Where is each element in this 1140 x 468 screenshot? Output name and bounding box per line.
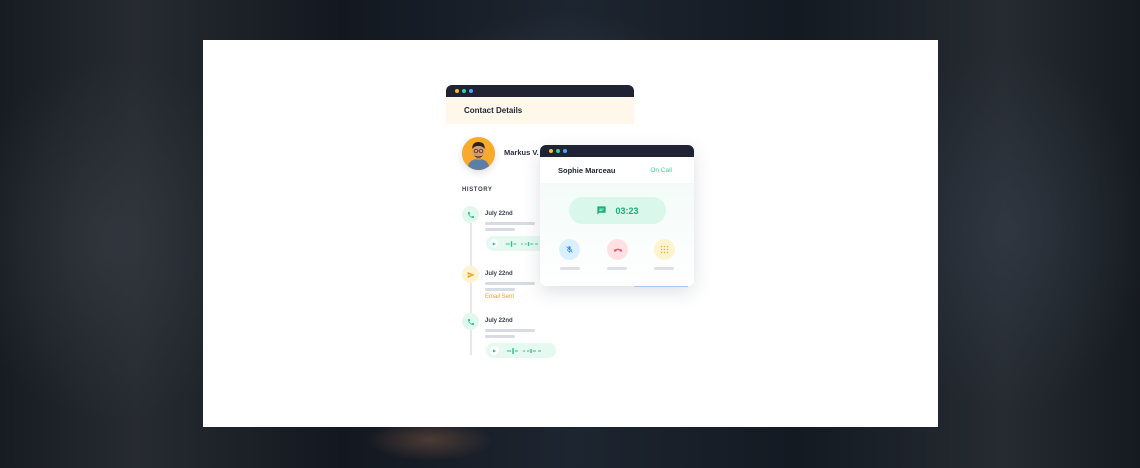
- control-label-placeholder: [560, 267, 580, 270]
- control-label-placeholder: [654, 267, 674, 270]
- call-recording-player[interactable]: ▶: [486, 343, 556, 358]
- history-line-placeholder: [485, 282, 535, 285]
- call-body: 03:23: [540, 183, 694, 286]
- history-date: July 22nd: [485, 318, 513, 324]
- send-icon: [462, 266, 479, 283]
- message-icon: [597, 206, 607, 215]
- accent-divider: [634, 286, 688, 287]
- phone-icon: [462, 206, 479, 223]
- person-avatar-icon: [462, 137, 495, 170]
- keypad-icon: [660, 245, 669, 254]
- play-icon[interactable]: ▶: [490, 239, 499, 248]
- call-recording-player[interactable]: ▶: [486, 236, 546, 251]
- end-call-icon: [613, 248, 622, 252]
- phone-icon: [462, 313, 479, 330]
- maximize-dot: [556, 149, 560, 153]
- call-timer-value: 03:23: [615, 205, 639, 216]
- history-line-placeholder: [485, 288, 515, 291]
- history-line-placeholder: [485, 329, 535, 332]
- call-status: On Call: [650, 167, 672, 174]
- window-titlebar: [446, 85, 634, 97]
- active-call-window: Sophie Marceau On Call 03:23: [540, 145, 694, 286]
- mute-icon: [566, 246, 573, 253]
- mute-button[interactable]: [559, 239, 580, 260]
- history-line-placeholder: [485, 222, 535, 225]
- call-header: Sophie Marceau On Call: [540, 157, 694, 183]
- play-icon[interactable]: ▶: [490, 346, 499, 355]
- contact-details-title: Contact Details: [446, 97, 634, 124]
- history-date: July 22nd: [485, 271, 513, 277]
- minimize-dot: [455, 89, 459, 93]
- contact-name: Markus V.: [504, 148, 539, 157]
- history-date: July 22nd: [485, 211, 513, 217]
- maximize-dot: [462, 89, 466, 93]
- avatar[interactable]: [462, 137, 495, 170]
- window-controls: [549, 149, 567, 153]
- end-call-button[interactable]: [607, 239, 628, 260]
- call-timer: 03:23: [569, 197, 666, 224]
- history-line-placeholder: [485, 335, 515, 338]
- minimize-dot: [549, 149, 553, 153]
- close-dot: [469, 89, 473, 93]
- close-dot: [563, 149, 567, 153]
- email-sent-status: Email Sent: [485, 294, 515, 300]
- caller-name: Sophie Marceau: [558, 166, 616, 175]
- history-line-placeholder: [485, 228, 515, 231]
- window-titlebar: [540, 145, 694, 157]
- history-heading: HISTORY: [462, 187, 493, 193]
- timeline-line: [470, 223, 472, 355]
- control-label-placeholder: [607, 267, 627, 270]
- keypad-button[interactable]: [654, 239, 675, 260]
- window-controls: [455, 89, 473, 93]
- waveform-icon: [507, 347, 541, 354]
